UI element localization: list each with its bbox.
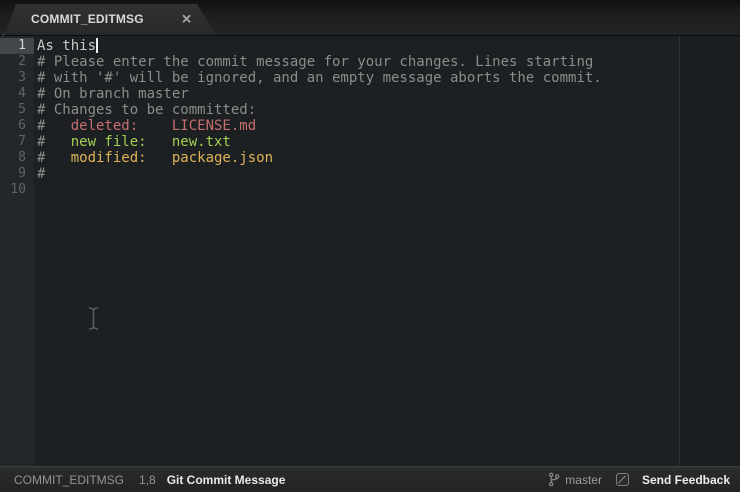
tab-title: COMMIT_EDITMSG — [31, 4, 144, 35]
line-number: 3 — [0, 70, 34, 86]
tab-close-icon[interactable]: ✕ — [181, 11, 192, 27]
line-number: 2 — [0, 54, 34, 70]
line-text[interactable]: # On branch master — [34, 86, 740, 102]
line-number: 10 — [0, 182, 34, 198]
line-text[interactable]: # Please enter the commit message for yo… — [34, 54, 740, 70]
line-number: 6 — [0, 118, 34, 134]
text-caret — [96, 38, 98, 53]
editor-line[interactable]: 3# with '#' will be ignored, and an empt… — [0, 70, 740, 86]
status-cursor-position: 1,8 — [139, 473, 156, 487]
line-text[interactable]: # deleted: LICENSE.md — [34, 118, 740, 134]
editor-viewport[interactable]: 1As this2# Please enter the commit messa… — [0, 36, 740, 466]
tab-commit-editmsg[interactable]: COMMIT_EDITMSG ✕ — [4, 4, 216, 35]
line-text[interactable] — [34, 182, 740, 198]
line-number: 7 — [0, 134, 34, 150]
line-text[interactable]: # modified: package.json — [34, 150, 740, 166]
editor-line[interactable]: 7# new file: new.txt — [0, 134, 740, 150]
editor-line[interactable]: 8# modified: package.json — [0, 150, 740, 166]
send-feedback-button[interactable]: Send Feedback — [642, 473, 730, 487]
editor-window: COMMIT_EDITMSG ✕ 1As this2# Please enter… — [0, 0, 740, 492]
status-syntax-mode[interactable]: Git Commit Message — [167, 473, 286, 487]
editor-line[interactable]: 5# Changes to be committed: — [0, 102, 740, 118]
edit-square-icon[interactable] — [616, 473, 629, 486]
line-number: 5 — [0, 102, 34, 118]
line-text[interactable]: As this — [34, 38, 740, 54]
line-text[interactable]: # — [34, 166, 740, 182]
status-branch-name[interactable]: master — [565, 473, 602, 487]
editor-line[interactable]: 2# Please enter the commit message for y… — [0, 54, 740, 70]
line-number: 8 — [0, 150, 34, 166]
tab-bar: COMMIT_EDITMSG ✕ — [0, 0, 740, 36]
editor-line[interactable]: 10 — [0, 182, 740, 198]
status-file-name: COMMIT_EDITMSG — [14, 473, 124, 487]
ibeam-mouse-cursor — [86, 306, 101, 336]
line-text[interactable]: # Changes to be committed: — [34, 102, 740, 118]
editor-line[interactable]: 9# — [0, 166, 740, 182]
line-number: 1 — [0, 38, 34, 54]
editor-line[interactable]: 4# On branch master — [0, 86, 740, 102]
git-branch-icon — [548, 472, 560, 487]
status-bar: COMMIT_EDITMSG 1,8 Git Commit Message ma… — [0, 466, 740, 492]
line-number: 9 — [0, 166, 34, 182]
code-lines: 1As this2# Please enter the commit messa… — [0, 36, 740, 198]
line-number: 4 — [0, 86, 34, 102]
line-text[interactable]: # with '#' will be ignored, and an empty… — [34, 70, 740, 86]
line-text[interactable]: # new file: new.txt — [34, 134, 740, 150]
editor-line[interactable]: 6# deleted: LICENSE.md — [0, 118, 740, 134]
editor-line[interactable]: 1As this — [0, 38, 740, 54]
